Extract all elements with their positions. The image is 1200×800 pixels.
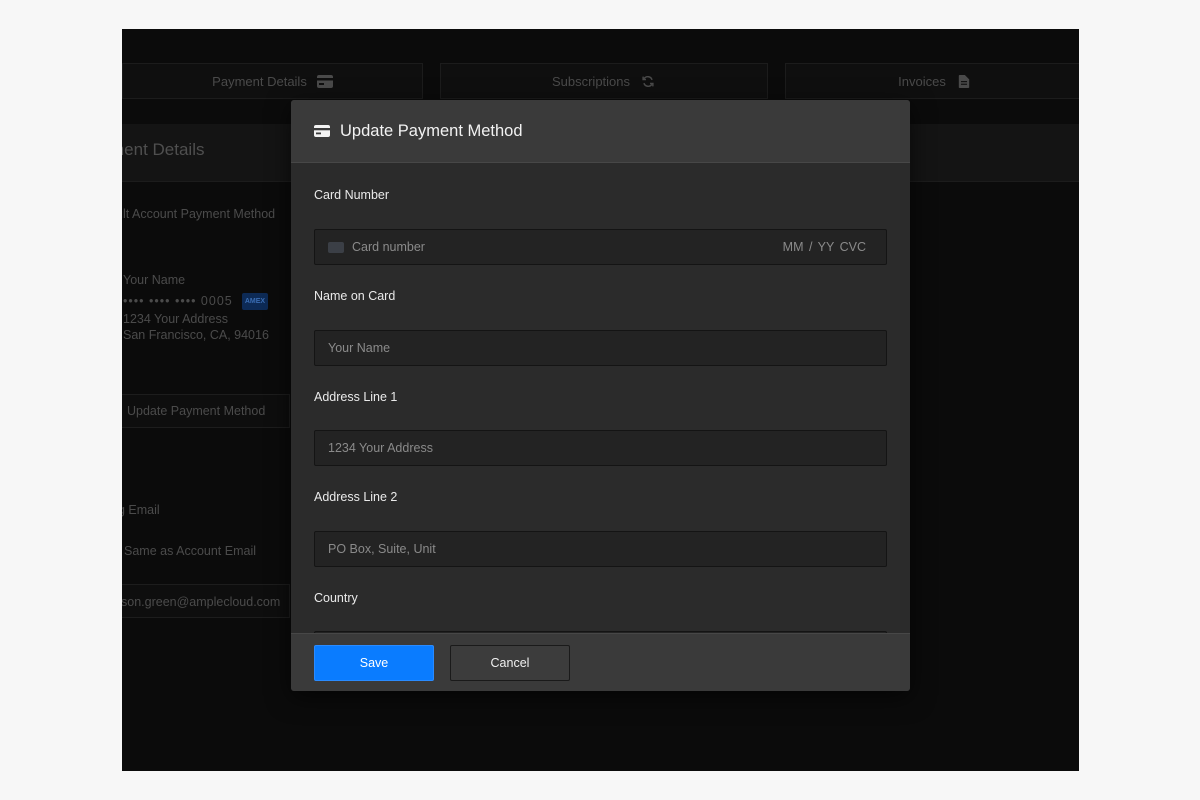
card-name: Your Name (123, 273, 186, 287)
update-payment-label: Update Payment Method (127, 404, 266, 418)
card-chip-icon (328, 241, 344, 253)
same-as-email-option[interactable]: Same as Account Email (124, 544, 256, 558)
modal-footer: Save Cancel (291, 633, 910, 691)
address-line-2-input[interactable]: PO Box, Suite, Unit (314, 531, 887, 567)
save-button[interactable]: Save (314, 645, 434, 681)
address-1-placeholder: 1234 Your Address (328, 441, 433, 455)
tab-label: Invoices (898, 73, 946, 89)
name-on-card-label: Name on Card (314, 289, 396, 303)
name-placeholder: Your Name (328, 341, 391, 355)
section-title: ment Details (122, 140, 205, 159)
card-address: 1234 Your Address (123, 312, 228, 326)
update-payment-modal: Update Payment Method Card Number Card n… (291, 100, 910, 691)
amex-logo: AMEX (242, 293, 268, 310)
address-line-1-input[interactable]: 1234 Your Address (314, 430, 887, 466)
name-on-card-input[interactable]: Your Name (314, 330, 887, 366)
refresh-icon (642, 75, 654, 87)
cancel-button[interactable]: Cancel (450, 645, 570, 681)
card-number-placeholder: Card number (352, 240, 425, 254)
modal-body: Card Number Card number MM / YY CVC Name… (291, 163, 910, 633)
country-label: Country (314, 591, 358, 605)
card-number-masked: •••• •••• •••• 0005 (123, 294, 233, 308)
tab-payment-details[interactable]: Payment Details (122, 63, 423, 99)
document-icon (958, 74, 970, 88)
tab-label: Payment Details (212, 73, 307, 89)
credit-card-icon (314, 125, 330, 137)
address-line-2-label: Address Line 2 (314, 490, 398, 504)
address-2-placeholder: PO Box, Suite, Unit (328, 542, 436, 556)
address-line-1-label: Address Line 1 (314, 390, 398, 404)
modal-header: Update Payment Method (291, 100, 910, 163)
card-expiry-cvc-placeholder: MM / YY CVC (782, 240, 866, 254)
card-number-input[interactable]: Card number MM / YY CVC (314, 229, 887, 265)
billing-email-label: g Email (122, 503, 160, 517)
tab-bar: Payment Details Subscriptions Invoices (122, 63, 1079, 99)
email-value: son.green@amplecloud.com (122, 595, 281, 609)
credit-card-icon (316, 74, 333, 88)
email-field-bg[interactable]: son.green@amplecloud.com (122, 584, 290, 618)
update-payment-button-bg[interactable]: Update Payment Method (122, 394, 290, 428)
default-method-label: ult Account Payment Method (122, 207, 276, 221)
modal-title: Update Payment Method (340, 121, 523, 140)
tab-invoices[interactable]: Invoices (785, 63, 1079, 99)
tab-subscriptions[interactable]: Subscriptions (440, 63, 768, 99)
tab-label: Subscriptions (551, 73, 631, 89)
card-number-label: Card Number (314, 188, 390, 202)
card-city: San Francisco, CA, 94016 (123, 328, 269, 342)
